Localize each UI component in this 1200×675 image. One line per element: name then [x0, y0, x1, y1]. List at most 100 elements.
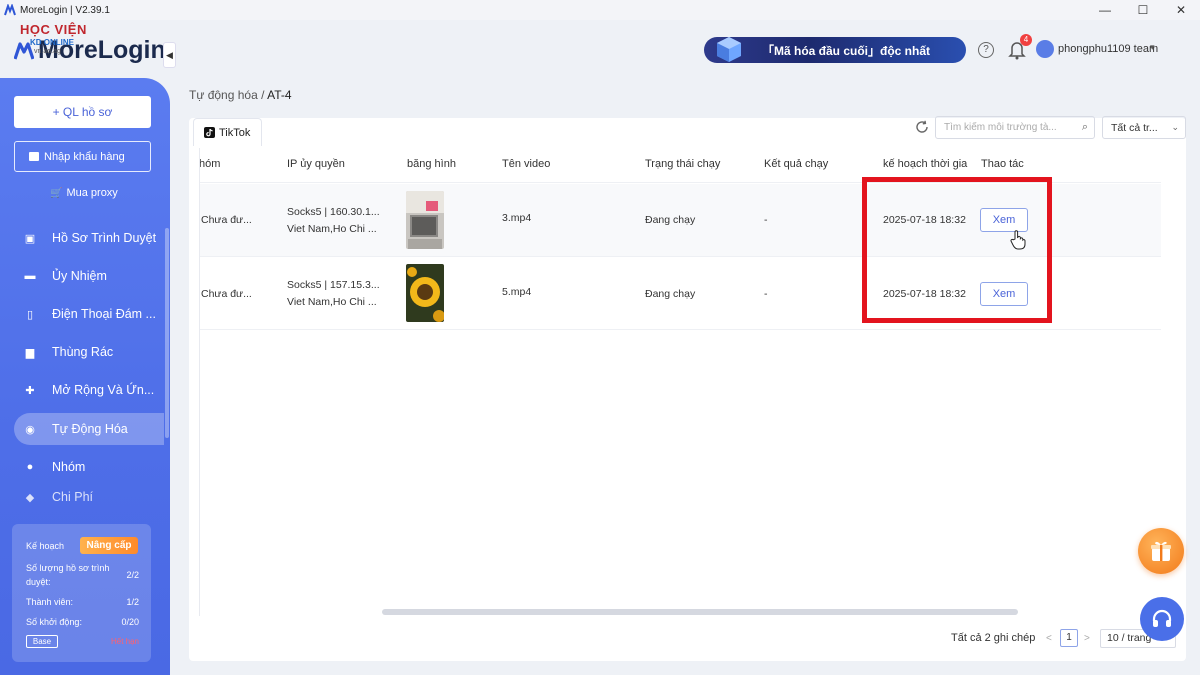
- sidebar-item-automation[interactable]: ◉ Tự Động Hóa: [14, 413, 164, 445]
- breadcrumb-parent[interactable]: Tự động hóa: [189, 88, 258, 102]
- tab-label: TikTok: [219, 126, 251, 139]
- app-icon: [4, 4, 16, 16]
- cart-icon: 🛒: [50, 187, 63, 199]
- column-header-proxy: IP ủy quyền: [287, 158, 345, 170]
- user-name[interactable]: phongphu1109 team: [1058, 43, 1158, 55]
- chevron-down-icon[interactable]: ▾: [1150, 42, 1155, 53]
- sidebar-item-cost[interactable]: ◆ Chi Phí: [14, 489, 164, 505]
- column-header-video: băng hình: [407, 158, 456, 170]
- expired-status: Hết hạn: [110, 637, 139, 646]
- window-controls: — ☐ ✕: [1086, 0, 1200, 20]
- video-thumbnail[interactable]: [406, 264, 444, 322]
- profiles-label-2: duyệt:: [26, 577, 51, 587]
- run-status-cell: Đang chạy: [645, 214, 696, 226]
- gift-button[interactable]: [1138, 528, 1184, 574]
- add-profile-button[interactable]: + QL hồ sơ: [14, 96, 151, 128]
- column-header-actions: Thao tác: [981, 158, 1024, 170]
- pagination-prev-button[interactable]: <: [1046, 633, 1052, 644]
- app-header: MoreLogin HỌC VIỆN KD ONLINE vn.ad.ag 「M…: [0, 20, 1200, 78]
- search-input[interactable]: Tìm kiếm môi trường tà... ⌕: [935, 116, 1095, 139]
- maximize-button[interactable]: ☐: [1124, 0, 1162, 20]
- robot-icon: ◉: [25, 423, 35, 436]
- sidebar-item-cloud-phone[interactable]: ▯ Điện Thoại Đám ...: [14, 298, 164, 330]
- column-header-video-name: Tên video: [502, 158, 551, 170]
- tab-tiktok[interactable]: TikTok: [193, 118, 262, 146]
- members-value: 1/2: [126, 597, 139, 607]
- import-label: Nhập khẩu hàng: [44, 150, 125, 163]
- watermark-site: vn.ad.ag: [34, 48, 61, 55]
- plan-panel: Kế hoạch Nâng cấp Số lượng hồ sơ trình d…: [12, 524, 151, 662]
- help-icon[interactable]: ?: [978, 42, 994, 58]
- breadcrumb: Tự động hóa / AT-4: [189, 88, 292, 102]
- proxy-location-cell: Viet Nam,Ho Chi ...: [287, 223, 377, 235]
- launches-label: Số khởi động:: [26, 617, 82, 627]
- profile-icon: ▣: [24, 232, 36, 245]
- import-icon: [29, 152, 39, 161]
- run-status-cell: Đang chạy: [645, 288, 696, 300]
- pagination-total: Tất cả 2 ghi chép: [951, 632, 1036, 644]
- close-button[interactable]: ✕: [1162, 0, 1200, 20]
- video-thumbnail[interactable]: [406, 191, 444, 249]
- proxy-cell: Socks5 | 157.15.3...: [287, 279, 380, 291]
- column-header-run-status: Trạng thái chạy: [645, 158, 721, 170]
- cost-icon: ◆: [25, 491, 35, 504]
- collapse-sidebar-button[interactable]: ◀: [163, 42, 176, 68]
- highlight-annotation: [862, 177, 1052, 323]
- buy-proxy-label: Mua proxy: [66, 187, 118, 199]
- video-name-cell: 3.mp4: [502, 212, 532, 224]
- support-button[interactable]: [1140, 597, 1184, 641]
- group-icon: ●: [26, 461, 34, 473]
- group-cell: Chưa đư...: [201, 214, 252, 226]
- buy-proxy-link[interactable]: 🛒 Mua proxy: [50, 187, 118, 199]
- sidebar-item-proxy[interactable]: ▬ Ủy Nhiệm: [14, 260, 164, 292]
- puzzle-icon: ✚: [25, 384, 35, 397]
- notification-badge: 4: [1020, 34, 1032, 46]
- table-left-border: [199, 148, 200, 616]
- window-title: MoreLogin | V2.39.1: [20, 4, 110, 16]
- filter-value: Tất cả tr...: [1111, 121, 1158, 134]
- kitchen-thumbnail-icon: [406, 191, 444, 249]
- headset-icon: [1152, 609, 1172, 627]
- sidebar-item-trash[interactable]: ▆ Thùng Rác: [14, 336, 164, 368]
- launches-value: 0/20: [121, 617, 139, 627]
- cube-icon: [717, 37, 741, 62]
- refresh-icon[interactable]: [915, 120, 929, 134]
- phone-icon: ▯: [26, 308, 34, 321]
- avatar[interactable]: [1036, 40, 1054, 58]
- upgrade-button[interactable]: Nâng cấp: [80, 537, 138, 554]
- sidebar-item-group[interactable]: ● Nhóm: [14, 451, 164, 483]
- profiles-label: Số lượng hồ sơ trình: [26, 563, 110, 573]
- title-bar: MoreLogin | V2.39.1 — ☐ ✕: [0, 0, 1200, 20]
- sidebar-item-browser-profiles[interactable]: ▣ Hồ Sơ Trình Duyệt: [14, 222, 164, 254]
- sidebar-scrollbar[interactable]: [165, 228, 169, 438]
- sidebar-item-label: Thùng Rác: [52, 345, 114, 359]
- run-result-cell: -: [764, 214, 768, 226]
- group-cell: Chưa đư...: [201, 288, 252, 300]
- sidebar-item-extensions[interactable]: ✚ Mở Rộng Và Ứn...: [14, 374, 164, 406]
- promo-banner[interactable]: 「Mã hóa đầu cuối」độc nhất: [704, 37, 966, 63]
- promo-text: 「Mã hóa đầu cuối」độc nhất: [762, 43, 931, 58]
- horizontal-scrollbar[interactable]: [382, 609, 1018, 615]
- sidebar-item-label: Điện Thoại Đám ...: [52, 307, 156, 321]
- sidebar-item-label: Chi Phí: [52, 490, 93, 504]
- breadcrumb-current: AT-4: [267, 88, 292, 102]
- pagination-page-1[interactable]: 1: [1060, 629, 1078, 647]
- column-header-schedule: kế hoạch thời gia: [883, 158, 968, 170]
- pagination-next-button[interactable]: >: [1084, 633, 1090, 644]
- gift-icon: [1151, 541, 1171, 561]
- import-button[interactable]: Nhập khẩu hàng: [14, 141, 151, 172]
- sidebar-item-label: Ủy Nhiệm: [52, 269, 107, 283]
- proxy-cell: Socks5 | 160.30.1...: [287, 206, 380, 218]
- status-filter-select[interactable]: Tất cả tr... ⌄: [1102, 116, 1186, 139]
- search-icon: ⌕: [1081, 121, 1088, 133]
- logo[interactable]: MoreLogin HỌC VIỆN KD ONLINE vn.ad.ag: [14, 22, 184, 78]
- sidebar-item-label: Tự Động Hóa: [52, 422, 128, 436]
- column-header-run-result: Kết quả chạy: [764, 158, 829, 170]
- sidebar-item-label: Mở Rộng Và Ứn...: [52, 383, 155, 397]
- watermark-subtitle: KD ONLINE: [30, 38, 74, 47]
- minimize-button[interactable]: —: [1086, 0, 1124, 20]
- search-placeholder: Tìm kiếm môi trường tà...: [944, 122, 1057, 133]
- plan-label: Kế hoạch: [26, 541, 65, 551]
- sidebar: + QL hồ sơ Nhập khẩu hàng 🛒 Mua proxy ▣ …: [0, 78, 170, 675]
- members-label: Thành viên:: [26, 597, 74, 607]
